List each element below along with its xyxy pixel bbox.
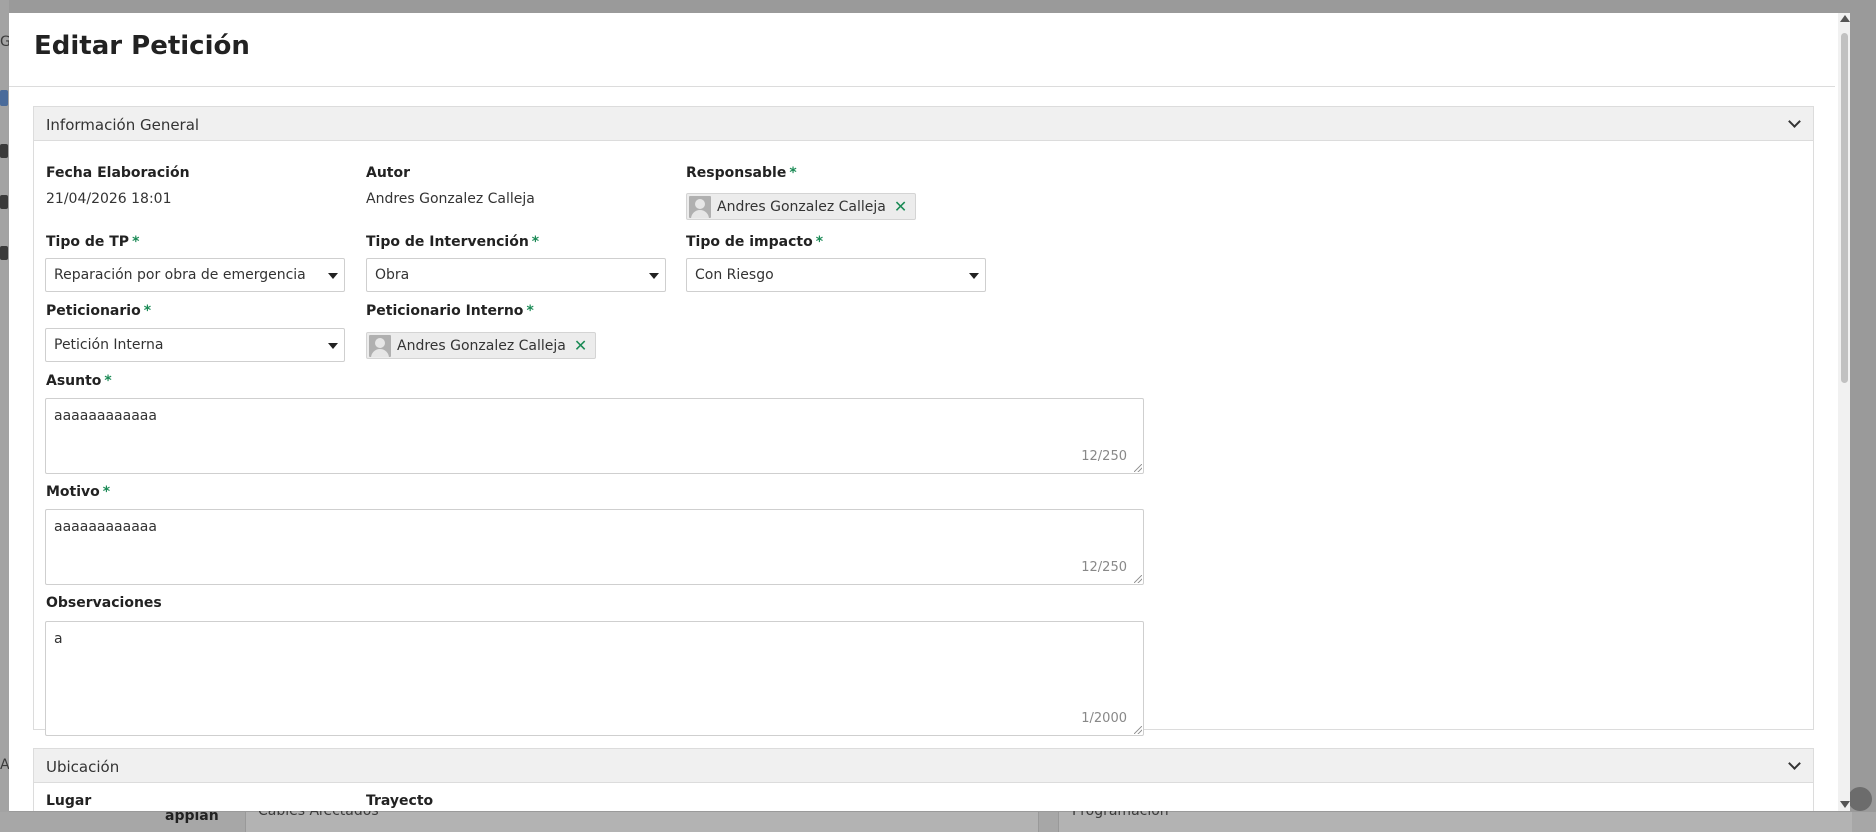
responsable-user-name: Andres Gonzalez Calleja (717, 198, 886, 215)
asunto-textarea[interactable]: aaaaaaaaaaaa 12/250 (45, 398, 1144, 474)
tipo-intervencion-value: Obra (375, 267, 410, 283)
observaciones-char-count: 1/2000 (1081, 711, 1127, 726)
required-marker: * (815, 234, 824, 250)
resize-handle[interactable] (1134, 464, 1142, 472)
required-marker: * (789, 165, 797, 181)
section-title-ubicacion: Ubicación (46, 758, 120, 776)
peticionario-value: Petición Interna (54, 337, 164, 353)
tipo-intervencion-label: Tipo de Intervención * (366, 234, 540, 250)
asunto-value: aaaaaaaaaaaa (54, 408, 157, 424)
peticionario-interno-user-chip[interactable]: Andres Gonzalez Calleja ✕ (366, 332, 597, 359)
tipo-tp-label: Tipo de TP * (46, 234, 140, 250)
tipo-impacto-select[interactable]: Con Riesgo (686, 258, 986, 292)
motivo-textarea[interactable]: aaaaaaaaaaaa 12/250 (45, 509, 1144, 585)
required-marker: * (104, 373, 112, 389)
background-tool-icon (0, 246, 8, 260)
title-divider (9, 86, 1835, 87)
motivo-char-count: 12/250 (1081, 560, 1127, 575)
peticionario-interno-label: Peticionario Interno * (366, 303, 534, 319)
remove-icon[interactable]: ✕ (574, 337, 587, 354)
observaciones-label: Observaciones (46, 595, 162, 611)
fecha-label: Fecha Elaboración (46, 165, 190, 181)
resize-handle[interactable] (1134, 575, 1142, 583)
user-avatar-icon (369, 334, 391, 357)
background-database-icon (0, 195, 8, 209)
autor-label: Autor (366, 165, 411, 181)
asunto-char-count: 12/250 (1081, 449, 1127, 464)
background-list-icon (0, 144, 8, 158)
motivo-value: aaaaaaaaaaaa (54, 519, 157, 535)
user-avatar-icon (689, 195, 711, 218)
scroll-up-arrow-icon[interactable] (1840, 15, 1850, 22)
background-help-icon (1848, 787, 1872, 811)
remove-icon[interactable]: ✕ (894, 198, 907, 215)
observaciones-textarea[interactable]: a 1/2000 (45, 621, 1144, 736)
required-marker: * (526, 303, 534, 319)
background-sidebar (0, 0, 9, 832)
peticionario-select[interactable]: Petición Interna (45, 328, 345, 362)
scrollbar-thumb[interactable] (1841, 33, 1848, 383)
required-marker: * (143, 303, 152, 319)
dropdown-arrow-icon (328, 273, 338, 279)
resize-handle[interactable] (1134, 726, 1142, 734)
chevron-down-icon[interactable] (1788, 757, 1801, 770)
required-marker: * (102, 484, 111, 500)
required-marker: * (132, 234, 140, 250)
autor-value: Andres Gonzalez Calleja (366, 191, 535, 207)
dropdown-arrow-icon (969, 273, 979, 279)
fecha-value: 21/04/2026 18:01 (46, 191, 172, 207)
dropdown-arrow-icon (649, 273, 659, 279)
background-calendar-icon (0, 90, 8, 106)
modal-title: Editar Petición (34, 31, 250, 61)
asunto-label: Asunto * (46, 373, 112, 389)
required-marker: * (531, 234, 540, 250)
responsable-label: Responsable * (686, 165, 797, 181)
chevron-down-icon[interactable] (1788, 115, 1801, 128)
trayecto-label: Trayecto (366, 793, 434, 809)
tipo-tp-select[interactable]: Reparación por obra de emergencia (45, 258, 345, 292)
lugar-label: Lugar (46, 793, 92, 809)
section-informacion-general: Información General Fecha Elaboración 21… (33, 106, 1814, 736)
modal-scrollbar[interactable] (1838, 13, 1850, 811)
dropdown-arrow-icon (328, 343, 338, 349)
scroll-down-arrow-icon[interactable] (1840, 801, 1850, 808)
section-ubicacion: Ubicación Lugar Trayecto (33, 748, 1814, 811)
section-title-general: Información General (46, 116, 200, 134)
responsable-user-chip[interactable]: Andres Gonzalez Calleja ✕ (686, 193, 917, 220)
tipo-impacto-label: Tipo de impacto * (686, 234, 824, 250)
edit-request-modal: Editar Petición Información General Fech… (9, 13, 1850, 811)
observaciones-value: a (54, 631, 63, 647)
section-header-ubicacion[interactable]: Ubicación (34, 749, 1813, 783)
section-header-general[interactable]: Información General (34, 107, 1813, 141)
peticionario-label: Peticionario * (46, 303, 152, 319)
background-card-programacion (1058, 812, 1852, 832)
tipo-intervencion-select[interactable]: Obra (366, 258, 666, 292)
peticionario-interno-user-name: Andres Gonzalez Calleja (397, 337, 566, 354)
tipo-impacto-value: Con Riesgo (695, 267, 774, 283)
motivo-label: Motivo * (46, 484, 111, 500)
tipo-tp-value: Reparación por obra de emergencia (54, 267, 306, 283)
